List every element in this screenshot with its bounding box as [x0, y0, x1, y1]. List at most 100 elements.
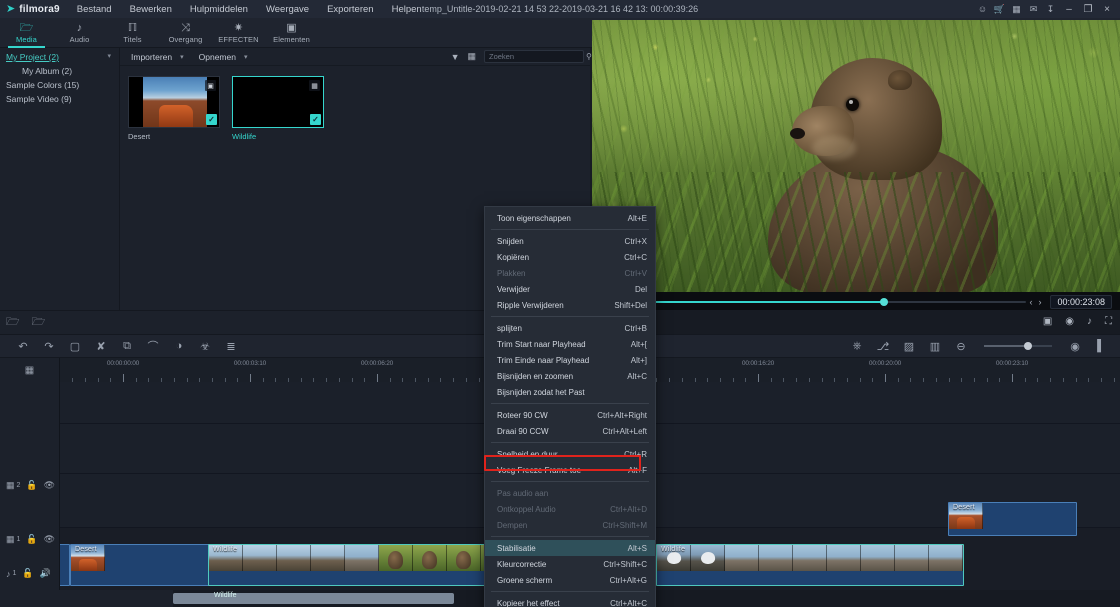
menu-exporteren[interactable]: Exporteren — [318, 2, 382, 17]
seek-handle[interactable] — [879, 298, 888, 306]
mark-out-icon[interactable]: › — [1035, 297, 1044, 307]
green-screen-icon[interactable]: ☣ — [192, 334, 218, 358]
zoom-out-icon[interactable]: ⊖ — [948, 334, 974, 358]
undo-icon[interactable]: ↶ — [10, 334, 36, 358]
eye-icon[interactable]: 👁 — [44, 480, 55, 491]
volume-icon[interactable]: ♪ — [1087, 316, 1092, 327]
context-menu-item-ripple-verwijderen[interactable]: Ripple Verwijderen Shift+Del — [485, 297, 655, 313]
search-input[interactable] — [489, 52, 586, 61]
speaker-icon[interactable]: 🔊 — [40, 568, 51, 579]
import-button[interactable]: Importeren — [126, 52, 177, 62]
track-header-video-1[interactable]: ▦ 1 🔓 👁 — [0, 534, 60, 545]
camera-snapshot-icon[interactable]: ◉ — [1065, 316, 1074, 327]
delete-folder-icon[interactable]: 🗁 — [32, 313, 46, 332]
track-header-audio-1[interactable]: ♪ 1 🔓 🔊 — [0, 568, 60, 579]
context-menu-item-splijten[interactable]: splijten Ctrl+B — [485, 320, 655, 336]
mark-in-icon[interactable]: ‹ — [1026, 297, 1035, 307]
zoom-handle[interactable] — [1023, 342, 1032, 350]
download-icon[interactable]: ↧ — [1042, 0, 1059, 18]
context-menu-item-kopi-ren[interactable]: Kopiëren Ctrl+C — [485, 249, 655, 265]
tab-effecten-label: EFFECTEN — [218, 35, 259, 44]
toggle-view-icon[interactable]: ▌ — [1088, 334, 1114, 358]
audio-mixer-icon[interactable]: ≣ — [218, 334, 244, 358]
screen-snapshot-icon[interactable]: ▣ — [1043, 316, 1052, 327]
card-icon[interactable]: ▦ — [1008, 0, 1025, 18]
chevron-down-icon[interactable]: ▾ — [107, 52, 111, 60]
lock-icon[interactable]: 🔓 — [22, 568, 33, 579]
tab-titels[interactable]: ℿ Titels — [106, 18, 159, 48]
tab-overgang[interactable]: ⤨ Overgang — [159, 18, 212, 48]
library-node-my-project[interactable]: My Project (2) ▾ — [0, 50, 119, 64]
search-box[interactable]: ⚲ — [484, 50, 592, 63]
lock-icon[interactable]: 🔓 — [26, 534, 37, 545]
tab-elementen[interactable]: ▣ Elementen — [265, 18, 318, 48]
new-folder-icon[interactable]: 🗁 — [6, 313, 20, 332]
minimize-button[interactable]: – — [1060, 0, 1078, 18]
context-menu-item-draai-90-ccw[interactable]: Draai 90 CCW Ctrl+Alt+Left — [485, 423, 655, 439]
video-preview-canvas[interactable] — [592, 20, 1120, 292]
delete-icon[interactable]: ▢ — [62, 334, 88, 358]
cart-icon[interactable]: 🛒 — [991, 0, 1008, 18]
tab-effecten[interactable]: ✷ EFFECTEN — [212, 18, 265, 48]
context-menu-item-label: Snijden — [497, 236, 524, 246]
clip-context-menu[interactable]: Toon eigenschappen Alt+E Snijden Ctrl+X Kopi… — [484, 206, 656, 607]
context-menu-item-voeg-freeze-frame-toe[interactable]: Voeg Freeze Frame toe Alt+F — [485, 462, 655, 478]
menu-bewerken[interactable]: Bewerken — [121, 2, 181, 17]
account-icon[interactable]: ☺ — [974, 0, 991, 18]
zoom-fit-icon[interactable]: ◉ — [1062, 334, 1088, 358]
context-menu-item-verwijder[interactable]: Verwijder Del — [485, 281, 655, 297]
context-menu-item-roteer-90-cw[interactable]: Roteer 90 CW Ctrl+Alt+Right — [485, 407, 655, 423]
track-header-video-2[interactable]: ▦ 2 🔓 👁 — [0, 480, 60, 491]
timeline-clip-desert-v1[interactable]: Desert — [70, 544, 218, 586]
preview-seek-bar[interactable] — [600, 298, 1027, 306]
split-icon[interactable]: ✘ — [88, 334, 114, 358]
menu-hulpmiddelen[interactable]: Hulpmiddelen — [181, 2, 257, 17]
funnel-icon[interactable]: ▼ — [451, 52, 460, 62]
split-screen-icon[interactable]: ▥ — [922, 334, 948, 358]
context-menu-item-kopieer-het-effect[interactable]: Kopieer het effect Ctrl+Alt+C — [485, 595, 655, 607]
library-node-my-album[interactable]: My Album (2) — [0, 64, 119, 78]
grid-view-icon[interactable]: ▦ — [467, 51, 476, 62]
menu-weergave[interactable]: Weergave — [257, 2, 318, 17]
redo-icon[interactable]: ↷ — [36, 334, 62, 358]
lock-icon[interactable]: 🔓 — [26, 480, 37, 491]
library-node-sample-video[interactable]: Sample Video (9) — [0, 92, 119, 106]
fullscreen-icon[interactable]: ⛶ — [1105, 316, 1112, 327]
tab-audio[interactable]: ♪ Audio — [53, 18, 106, 48]
context-menu-item-groene-scherm[interactable]: Groene scherm Ctrl+Alt+G — [485, 572, 655, 588]
close-button[interactable]: × — [1098, 0, 1116, 18]
eye-icon[interactable]: 👁 — [44, 534, 55, 545]
record-chevron-down-icon[interactable]: ▾ — [241, 53, 258, 61]
tab-media[interactable]: 🗁 Media — [0, 18, 53, 48]
record-screen-icon[interactable]: ▨ — [896, 334, 922, 358]
speed-icon[interactable]: ⌒ — [140, 334, 166, 358]
context-menu-item-kleurcorrectie[interactable]: Kleurcorrectie Ctrl+Shift+C — [485, 556, 655, 572]
media-thumbnail[interactable]: ▣ ✓ — [128, 76, 220, 128]
media-card-desert[interactable]: ▣ ✓ Desert — [128, 76, 220, 141]
timeline-marker-icon[interactable]: ▦ — [0, 358, 59, 382]
record-button[interactable]: Opnemen — [194, 52, 241, 62]
context-menu-item-stabilisatie[interactable]: Stabilisatie Alt+S — [485, 540, 655, 556]
crop-icon[interactable]: ⧉ — [114, 334, 140, 358]
menu-helpen[interactable]: Helpen — [383, 2, 431, 17]
maximize-button[interactable]: ❐ — [1079, 0, 1097, 18]
context-menu-item-snijden[interactable]: Snijden Ctrl+X — [485, 233, 655, 249]
mail-icon[interactable]: ✉ — [1025, 0, 1042, 18]
voiceover-icon[interactable]: ⎇ — [870, 334, 896, 358]
timeline-clip-wildlife-2[interactable]: Wildlife — [656, 544, 964, 586]
context-menu-item-toon-eigenschappen[interactable]: Toon eigenschappen Alt+E — [485, 210, 655, 226]
context-menu-item-snelheid-en-duur[interactable]: Snelheid en duur Ctrl+R — [485, 446, 655, 462]
context-menu-item-bijsnijden-zodat-het-past[interactable]: Bijsnijden zodat het Past — [485, 384, 655, 400]
marker-icon[interactable]: ⎈ — [844, 334, 870, 358]
timeline-clip-desert-v2[interactable]: Desert — [948, 502, 1077, 536]
media-thumbnail[interactable]: ▦ ✓ — [232, 76, 324, 128]
context-menu-item-bijsnijden-en-zoomen[interactable]: Bijsnijden en zoomen Alt+C — [485, 368, 655, 384]
menu-bestand[interactable]: Bestand — [68, 2, 121, 17]
timeline-zoom-slider[interactable] — [984, 342, 1052, 350]
library-node-sample-colors[interactable]: Sample Colors (15) — [0, 78, 119, 92]
media-card-wildlife[interactable]: ▦ ✓ Wildlife — [232, 76, 324, 141]
context-menu-item-trim-start-naar-playhead[interactable]: Trim Start naar Playhead Alt+[ — [485, 336, 655, 352]
context-menu-item-trim-einde-naar-playhead[interactable]: Trim Einde naar Playhead Alt+] — [485, 352, 655, 368]
import-chevron-down-icon[interactable]: ▾ — [177, 53, 194, 61]
color-icon[interactable]: ◑ — [166, 334, 192, 358]
